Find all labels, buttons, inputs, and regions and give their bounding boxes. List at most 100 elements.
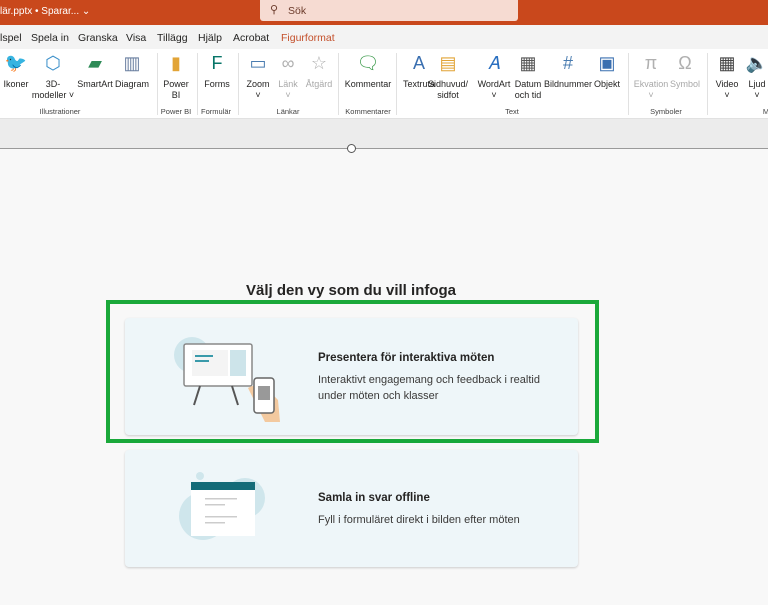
button-label-line2: modeller ˅ — [31, 90, 75, 100]
button-label: Objekt — [593, 79, 621, 89]
button-label: Ekvation — [633, 79, 669, 89]
button-label-line2: och tid — [514, 90, 542, 100]
button-label: Video — [715, 79, 739, 89]
icons-icon: 🐦 — [4, 52, 28, 73]
tab-bildspel[interactable]: lspel — [0, 32, 22, 44]
button-label: Länk — [278, 79, 298, 89]
button-label-line2: ˅ — [648, 90, 654, 100]
diagram-button[interactable]: ▥ Diagram — [115, 51, 149, 90]
länk-button[interactable]: ∞ Länk ˅ — [276, 51, 300, 101]
smartart-button[interactable]: ▰ SmartArt — [77, 51, 113, 90]
button-label: Åtgärd — [305, 79, 333, 89]
button-label: Power — [163, 79, 189, 89]
wordart-button[interactable]: 𝐴 WordArt ˅ — [478, 51, 511, 101]
ekvation-button[interactable]: π Ekvation ˅ — [634, 51, 669, 101]
tab-hjalp[interactable]: Hjälp — [198, 32, 222, 44]
zoom-button[interactable]: ▭ Zoom ˅ — [246, 51, 270, 101]
tab-acrobat[interactable]: Acrobat — [233, 32, 269, 44]
åtgärd-button[interactable]: ☆ Åtgärd — [306, 51, 333, 90]
group-label: Formulär — [200, 107, 232, 116]
button-label-line2: ˅ — [285, 90, 291, 100]
button-label-line2: sidfot — [437, 90, 459, 100]
button-label-line2: ˅ — [754, 90, 760, 100]
tab-figurformat[interactable]: Figurformat — [281, 32, 335, 44]
tab-visa[interactable]: Visa — [126, 32, 146, 44]
title-bar: lär.pptx • Sparar... ⌄ ⚲ Sök — [0, 0, 768, 25]
ljud-button[interactable]: 🔈 Ljud ˅ — [745, 51, 768, 101]
card-title: Samla in svar offline — [318, 492, 430, 504]
button-label: Datum — [514, 79, 542, 89]
audio-icon: 🔈 — [745, 52, 768, 73]
omega-icon: Ω — [678, 52, 692, 73]
3d-button[interactable]: ⬡ 3D-modeller ˅ — [32, 51, 74, 101]
calendar-icon: ▦ — [519, 52, 537, 73]
button-label: Bildnummer — [543, 79, 593, 89]
forms-button[interactable]: F Forms — [204, 51, 230, 90]
datum-button[interactable]: ▦ Datum och tid — [515, 51, 542, 101]
power-button[interactable]: ▮ Power BI — [163, 51, 189, 101]
sidhuvud-button[interactable]: ▤ Sidhuvud/sidfot — [428, 51, 468, 101]
group-label: M — [762, 107, 768, 116]
link-icon: ∞ — [281, 52, 295, 73]
button-label: WordArt — [477, 79, 511, 89]
separator — [157, 53, 158, 115]
video-icon: ▦ — [718, 52, 736, 73]
ribbon: Illustrationer Power BI Formulär Länkar … — [0, 49, 768, 119]
wordart-icon: 𝐴 — [488, 52, 500, 73]
objekt-button[interactable]: ▣ Objekt — [594, 51, 620, 90]
file-name[interactable]: lär.pptx • Sparar... ⌄ — [0, 6, 90, 17]
tab-tillagg[interactable]: Tillägg — [157, 32, 188, 44]
group-label: Länkar — [276, 107, 300, 116]
card-description: Fyll i formuläret direkt i bilden efter … — [318, 514, 520, 526]
button-label: Diagram — [114, 79, 150, 89]
cube-icon: ⬡ — [45, 52, 61, 73]
button-label: 3D- — [45, 79, 61, 89]
group-label: Illustrationer — [39, 107, 81, 116]
button-label: Sidhuvud/ — [427, 79, 469, 89]
pi-icon: π — [644, 52, 658, 73]
button-label: Zoom — [246, 79, 270, 89]
group-label: Power BI — [160, 107, 192, 116]
group-label: Text — [505, 107, 519, 116]
button-label: Ikoner — [3, 79, 29, 89]
symbol-button[interactable]: Ω Symbol — [670, 51, 700, 90]
dialog-heading: Välj den vy som du vill infoga — [245, 282, 457, 299]
separator — [707, 53, 708, 115]
separator — [197, 53, 198, 115]
comment-icon: 🗨 — [356, 52, 380, 73]
button-label-line2: ˅ — [724, 90, 730, 100]
slide-edge — [0, 148, 768, 149]
separator — [396, 53, 397, 115]
video-button[interactable]: ▦ Video ˅ — [715, 51, 739, 101]
smartart-icon: ▰ — [88, 52, 102, 73]
tab-spela-in[interactable]: Spela in — [31, 32, 69, 44]
tab-granska[interactable]: Granska — [78, 32, 118, 44]
kommentar-button[interactable]: 🗨 Kommentar — [345, 51, 392, 90]
header-footer-icon: ▤ — [439, 52, 457, 73]
card-collect-offline[interactable]: Samla in svar offline Fyll i formuläret … — [125, 450, 578, 567]
ruler-band — [0, 119, 768, 149]
zoom-icon: ▭ — [249, 52, 267, 73]
chart-icon: ▥ — [123, 52, 141, 73]
highlight-box — [106, 300, 599, 443]
button-label: SmartArt — [77, 79, 113, 89]
rotate-handle[interactable] — [347, 144, 356, 153]
object-icon: ▣ — [598, 52, 616, 73]
button-label: Kommentar — [344, 79, 392, 89]
forms-icon: F — [211, 52, 223, 73]
search-icon: ⚲ — [270, 4, 279, 16]
action-star-icon: ☆ — [310, 52, 328, 73]
slide-number-icon: # — [562, 52, 573, 73]
search-box[interactable]: ⚲ Sök — [260, 0, 518, 21]
ribbon-tabs: lspel Spela in Granska Visa Tillägg Hjäl… — [0, 25, 768, 49]
button-label-line2: ˅ — [255, 90, 261, 100]
button-label-line2: ˅ — [491, 90, 497, 100]
bildnummer-button[interactable]: # Bildnummer — [544, 51, 592, 90]
ikoner-button[interactable]: 🐦 Ikoner — [3, 51, 28, 90]
button-label: Symbol — [669, 79, 701, 89]
button-label: Forms — [204, 79, 230, 89]
separator — [238, 53, 239, 115]
form-illustration-icon — [179, 472, 265, 540]
group-label: Symboler — [650, 107, 682, 116]
button-label-line2: BI — [171, 90, 181, 100]
